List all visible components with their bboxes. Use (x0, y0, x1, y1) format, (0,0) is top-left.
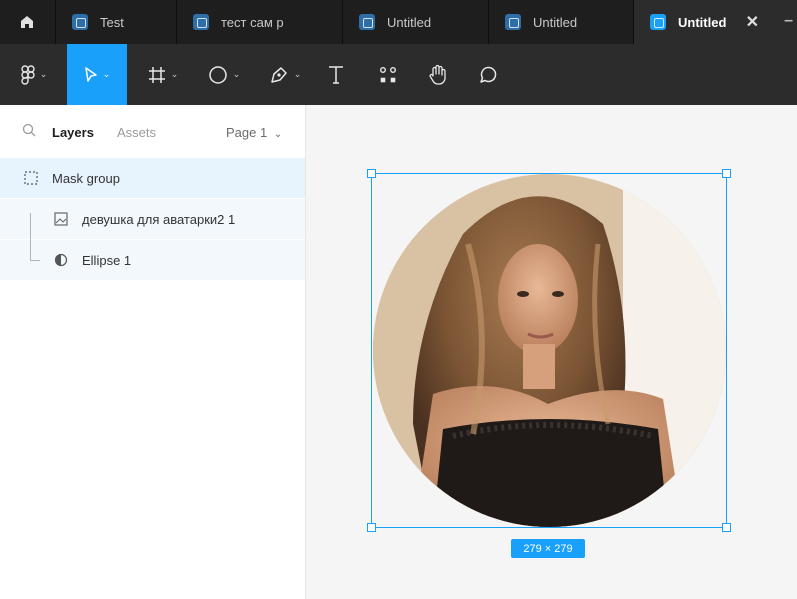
comment-tool-button[interactable] (470, 44, 506, 105)
panel-tabs: Layers Assets Page 1 ⌄ (0, 105, 306, 157)
tab-untitled-1[interactable]: Untitled (342, 0, 487, 44)
layer-mask-group[interactable]: Mask group (0, 158, 305, 198)
figma-file-icon (359, 14, 375, 30)
page-selector[interactable]: Page 1 ⌄ (226, 125, 282, 140)
selection-box (371, 173, 727, 528)
tab-label: Untitled (678, 14, 727, 30)
ellipse-icon (208, 65, 227, 84)
figma-file-icon (505, 14, 521, 30)
text-icon (329, 65, 343, 84)
pen-tool-button[interactable]: ⌄ (259, 44, 311, 105)
figma-file-icon (72, 14, 88, 30)
tab-label: тест сам р (221, 14, 284, 30)
tab-overflow-icon[interactable]: – (784, 12, 793, 30)
tab-untitled-active[interactable]: Untitled ✕ – (633, 0, 797, 44)
chevron-down-icon: ⌄ (273, 129, 283, 140)
shape-tool-button[interactable]: ⌄ (198, 44, 250, 105)
frame-icon (148, 66, 165, 83)
page-selector-label: Page 1 (226, 125, 268, 140)
chevron-down-icon: ⌄ (170, 69, 179, 79)
chevron-down-icon: ⌄ (293, 69, 302, 79)
chevron-down-icon: ⌄ (102, 69, 111, 79)
tab-test-sam[interactable]: тест сам р (176, 0, 341, 44)
move-cursor-icon (84, 66, 97, 82)
resources-button[interactable] (370, 44, 406, 105)
main-menu-button[interactable]: ⌄ (10, 44, 58, 105)
resize-handle-bottom-left[interactable] (367, 523, 376, 532)
resize-handle-top-left[interactable] (367, 169, 376, 178)
chevron-down-icon: ⌄ (232, 69, 241, 79)
text-tool-button[interactable] (318, 44, 354, 105)
move-tool-button[interactable]: ⌄ (67, 44, 127, 105)
search-icon[interactable] (22, 123, 36, 137)
mask-group-icon (24, 171, 38, 185)
tab-layers[interactable]: Layers (52, 125, 94, 140)
tab-assets[interactable]: Assets (117, 125, 156, 140)
mask-icon (54, 253, 68, 267)
figma-file-icon (650, 14, 666, 30)
tab-bar: Test тест сам р Untitled Untitled Untitl… (0, 0, 797, 44)
tab-untitled-2[interactable]: Untitled (488, 0, 632, 44)
tab-label: Untitled (533, 14, 578, 30)
close-tab-icon[interactable]: ✕ (746, 12, 759, 32)
layer-label: девушка для аватарки2 1 (82, 212, 236, 227)
layer-ellipse[interactable]: Ellipse 1 (0, 240, 305, 280)
layer-image[interactable]: девушка для аватарки2 1 (0, 199, 305, 239)
layers-panel: Layers Assets Page 1 ⌄ Mask group девушк… (0, 105, 306, 599)
tab-test[interactable]: Test (55, 0, 175, 44)
toolbar: ⌄ ⌄ ⌄ ⌄ ⌄ (0, 44, 797, 105)
hand-tool-button[interactable] (420, 44, 456, 105)
mask-tree-connector (30, 213, 40, 261)
resize-handle-bottom-right[interactable] (722, 523, 731, 532)
pen-icon (270, 66, 287, 83)
home-icon (21, 16, 33, 28)
tab-label: Test (100, 14, 124, 30)
frame-tool-button[interactable]: ⌄ (137, 44, 189, 105)
layer-label: Ellipse 1 (82, 253, 132, 268)
dimensions-badge: 279 × 279 (511, 539, 585, 558)
figma-logo-icon (21, 64, 35, 85)
resize-handle-top-right[interactable] (722, 169, 731, 178)
components-icon (380, 66, 396, 82)
home-button[interactable] (0, 0, 54, 44)
tab-label: Untitled (387, 14, 432, 30)
hand-icon (429, 64, 446, 85)
layer-label: Mask group (52, 171, 120, 186)
figma-file-icon (193, 14, 209, 30)
image-icon (54, 212, 68, 226)
comment-icon (480, 66, 497, 83)
chevron-down-icon: ⌄ (39, 69, 48, 79)
